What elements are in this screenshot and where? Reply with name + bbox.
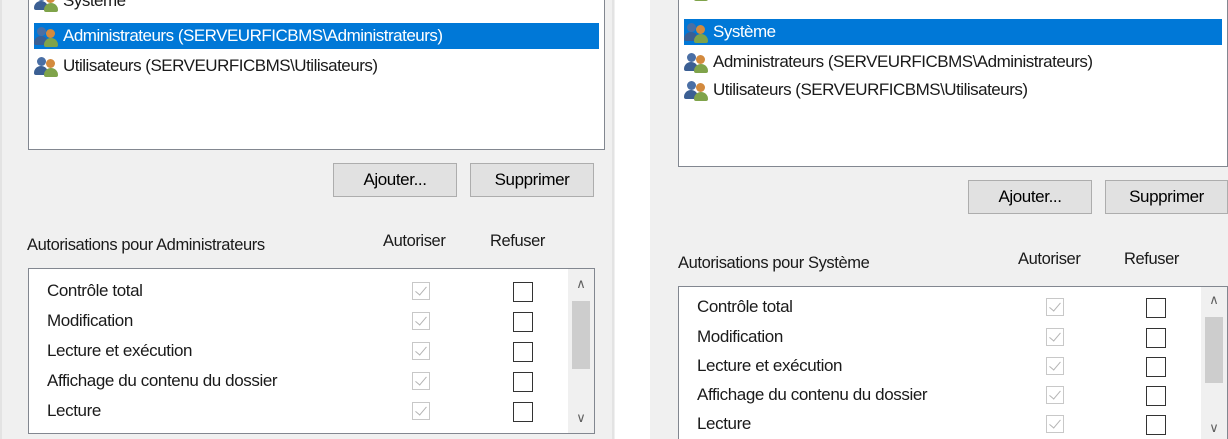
allow-column-header: Autoriser	[383, 232, 446, 250]
deny-checkbox[interactable]	[513, 372, 533, 392]
principal-label: Système	[63, 0, 126, 10]
permission-row: Contrôle total	[679, 292, 1227, 322]
allow-checkbox	[412, 372, 430, 390]
allow-checkbox	[412, 312, 430, 330]
add-button[interactable]: Ajouter...	[333, 163, 457, 197]
permission-name: Affichage du contenu du dossier	[697, 385, 928, 404]
separator	[615, 0, 650, 439]
users-group-icon	[684, 0, 710, 1]
users-group-icon	[34, 0, 60, 12]
permissions-list: Contrôle total Modification Lecture et e…	[28, 268, 595, 434]
principal-label: Utilisateurs (SERVEURFICBMS\Utilisateurs…	[63, 56, 378, 75]
deny-column-header: Refuser	[490, 232, 545, 250]
principal-label: Administrateurs (SERVEURFICBMS\Administr…	[63, 26, 443, 45]
permissions-title: Autorisations pour Administrateurs	[27, 236, 265, 254]
permission-name: Modification	[697, 327, 783, 346]
principal-label: Utilisateurs (SERVEURFICBMS\Utilisateurs…	[713, 80, 1028, 99]
screenshot-stage: Système Administrateurs (SERVEURFICBMS\A…	[0, 0, 1228, 439]
scroll-up-icon[interactable]: ∧	[1201, 289, 1227, 311]
users-group-icon	[34, 55, 60, 77]
permission-row: Contrôle total	[29, 276, 594, 306]
permission-row: Modification	[679, 322, 1227, 352]
group-user-list[interactable]: Système Administrateurs (SERVEURFICBMS\A…	[678, 0, 1228, 167]
permissions-scrollbar[interactable]: ∧ ∨	[1201, 287, 1227, 439]
principal-item-systeme[interactable]: Système	[34, 0, 599, 14]
users-group-icon	[34, 25, 60, 47]
allow-checkbox	[1046, 328, 1064, 346]
dialog-border-right	[612, 0, 614, 439]
permission-name: Lecture et exécution	[47, 341, 193, 360]
scroll-up-icon[interactable]: ∧	[568, 273, 594, 295]
permission-row: Lecture	[679, 409, 1227, 439]
principal-item-systeme-partial	[684, 0, 1222, 3]
permission-row: Lecture	[29, 396, 594, 426]
allow-column-header: Autoriser	[1018, 250, 1081, 268]
scrollbar-thumb[interactable]	[572, 301, 590, 369]
principal-item-administrateurs[interactable]: Administrateurs (SERVEURFICBMS\Administr…	[684, 49, 1222, 75]
principal-item-utilisateurs[interactable]: Utilisateurs (SERVEURFICBMS\Utilisateurs…	[684, 77, 1222, 103]
scroll-down-icon[interactable]: ∨	[568, 407, 594, 429]
permission-name: Contrôle total	[47, 281, 143, 300]
allow-checkbox	[1046, 298, 1064, 316]
permission-name: Lecture	[47, 401, 101, 420]
group-user-list[interactable]: Système Administrateurs (SERVEURFICBMS\A…	[28, 0, 605, 150]
principal-item-systeme[interactable]: Système	[684, 19, 1222, 45]
deny-checkbox[interactable]	[1146, 298, 1166, 318]
principal-label: Administrateurs (SERVEURFICBMS\Administr…	[713, 52, 1093, 71]
principal-label: Système	[713, 22, 776, 41]
permission-name: Contrôle total	[697, 297, 793, 316]
permission-row: Lecture et exécution	[679, 351, 1227, 381]
allow-checkbox	[412, 402, 430, 420]
users-group-icon	[684, 79, 710, 101]
principal-item-administrateurs[interactable]: Administrateurs (SERVEURFICBMS\Administr…	[34, 23, 599, 49]
dialog-border-left	[0, 0, 2, 439]
permission-name: Modification	[47, 311, 133, 330]
permission-row: Affichage du contenu du dossier	[679, 380, 1227, 410]
add-button[interactable]: Ajouter...	[968, 180, 1092, 214]
deny-checkbox[interactable]	[513, 312, 533, 332]
allow-checkbox	[1046, 357, 1064, 375]
permission-row: Modification	[29, 306, 594, 336]
scroll-down-icon[interactable]: ∨	[1201, 417, 1227, 439]
permissions-title: Autorisations pour Système	[678, 254, 870, 272]
permission-name: Lecture et exécution	[697, 356, 843, 375]
deny-checkbox[interactable]	[513, 402, 533, 422]
allow-checkbox	[1046, 386, 1064, 404]
allow-checkbox	[412, 282, 430, 300]
remove-button[interactable]: Supprimer	[470, 163, 594, 197]
scrollbar-thumb[interactable]	[1205, 317, 1223, 383]
permission-row: Affichage du contenu du dossier	[29, 366, 594, 396]
remove-button[interactable]: Supprimer	[1105, 180, 1228, 214]
allow-checkbox	[412, 342, 430, 360]
security-dialog-right: Système Administrateurs (SERVEURFICBMS\A…	[650, 0, 1228, 439]
deny-checkbox[interactable]	[1146, 328, 1166, 348]
permission-row: Lecture et exécution	[29, 336, 594, 366]
users-group-icon	[684, 51, 710, 73]
deny-checkbox[interactable]	[513, 342, 533, 362]
security-dialog-left: Système Administrateurs (SERVEURFICBMS\A…	[0, 0, 615, 439]
permissions-scrollbar[interactable]: ∧ ∨	[568, 269, 594, 433]
deny-column-header: Refuser	[1124, 250, 1179, 268]
permissions-list: Contrôle total Modification Lecture et e…	[678, 286, 1228, 439]
deny-checkbox[interactable]	[1146, 357, 1166, 377]
principal-item-utilisateurs[interactable]: Utilisateurs (SERVEURFICBMS\Utilisateurs…	[34, 53, 599, 79]
permission-name: Affichage du contenu du dossier	[47, 371, 278, 390]
permission-name: Lecture	[697, 414, 751, 433]
deny-checkbox[interactable]	[513, 282, 533, 302]
allow-checkbox	[1046, 415, 1064, 433]
users-group-icon	[684, 21, 710, 43]
deny-checkbox[interactable]	[1146, 386, 1166, 406]
deny-checkbox[interactable]	[1146, 415, 1166, 435]
